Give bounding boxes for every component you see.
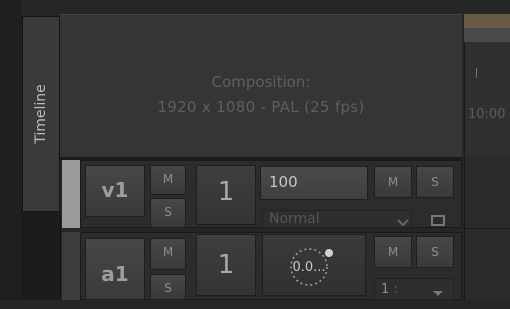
- channel-value-a1: 1: [381, 282, 390, 297]
- layer-number-v1[interactable]: 1: [196, 165, 256, 225]
- chevron-down-icon[interactable]: [430, 284, 446, 296]
- track-solo-button-a1[interactable]: S: [150, 274, 186, 300]
- volume-value-a1: 0.0...: [292, 260, 326, 275]
- composition-info: 1920 x 1080 - PAL (25 fps): [157, 98, 365, 116]
- track-select-bar-a1[interactable]: [62, 232, 80, 300]
- ruler-work-area-bar[interactable]: [464, 14, 510, 28]
- opacity-solo-button-v1[interactable]: S: [416, 166, 454, 198]
- composition-header: Composition: 1920 x 1080 - PAL (25 fps): [60, 14, 462, 157]
- ruler-band: [464, 28, 510, 42]
- tab-strip-empty: [22, 212, 61, 300]
- left-panel-strip: [0, 0, 22, 300]
- layer-number-a1[interactable]: 1: [196, 234, 256, 296]
- tab-timeline[interactable]: Timeline: [22, 16, 60, 212]
- track-solo-button-v1[interactable]: S: [150, 198, 186, 228]
- track-name-button-v1[interactable]: v1: [85, 165, 145, 217]
- track-mute-button-v1[interactable]: M: [150, 165, 186, 195]
- track-name-button-a1[interactable]: a1: [85, 238, 145, 300]
- volume-solo-button-a1[interactable]: S: [416, 236, 454, 268]
- track-mute-button-a1[interactable]: M: [150, 238, 186, 270]
- ruler-tick: [476, 68, 477, 78]
- volume-mute-button-a1[interactable]: M: [374, 236, 412, 268]
- composition-title: Composition:: [211, 73, 311, 91]
- blend-mode-select-v1[interactable]: Normal: [262, 210, 412, 228]
- ruler-time-label: 10:00: [468, 107, 506, 122]
- tab-timeline-label: Timeline: [33, 84, 49, 144]
- chevron-down-icon[interactable]: [394, 214, 412, 228]
- opacity-mute-button-v1[interactable]: M: [374, 166, 412, 198]
- track-timeline-divider: [464, 228, 510, 229]
- blend-mode-value-v1: Normal: [269, 211, 320, 227]
- opacity-field-v1[interactable]: 100: [260, 166, 368, 200]
- track-select-bar-v1[interactable]: [62, 160, 80, 228]
- link-icon[interactable]: [428, 212, 450, 228]
